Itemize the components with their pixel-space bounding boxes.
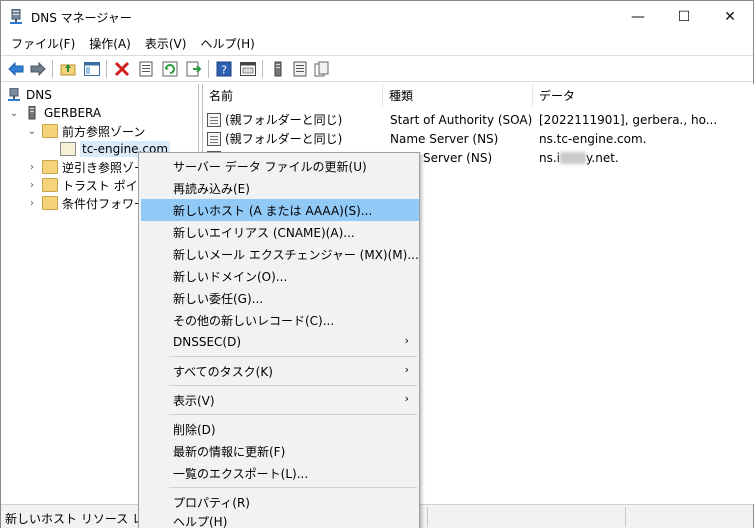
menu-separator xyxy=(169,487,417,488)
minimize-button[interactable]: — xyxy=(615,1,661,32)
server-icon[interactable] xyxy=(269,60,287,78)
server-icon xyxy=(28,106,36,120)
svg-text:?: ? xyxy=(221,64,227,77)
up-folder-icon[interactable] xyxy=(59,60,77,78)
record-data: ns.i y.net. xyxy=(539,148,619,167)
table-row[interactable]: (親フォルダーと同じ) xyxy=(207,110,342,129)
status-divider xyxy=(625,507,626,527)
menu-item-reload[interactable]: 再読み込み(E) xyxy=(141,177,419,199)
record-name: (親フォルダーと同じ) xyxy=(225,113,343,127)
toolbar-separator xyxy=(208,60,209,78)
menu-item-label: すべてのタスク(K) xyxy=(173,364,273,379)
tree-label: GERBERA xyxy=(44,106,102,120)
help-icon[interactable]: ? xyxy=(215,60,233,78)
toolbar: ? xyxy=(1,55,753,82)
view-icon[interactable] xyxy=(239,60,257,78)
chevron-right-icon: › xyxy=(404,392,409,405)
tree-item-dns[interactable]: DNS xyxy=(6,86,52,104)
column-header-name[interactable]: 名前 xyxy=(203,84,383,106)
menu-item-delete[interactable]: 削除(D) xyxy=(141,418,419,440)
record-data-suffix: y.net. xyxy=(586,150,619,165)
tree-item-conditional[interactable]: › 条件付フォワー xyxy=(26,194,146,212)
toolbar-separator xyxy=(262,60,263,78)
menu-item-all-tasks[interactable]: すべてのタスク(K) › xyxy=(141,360,419,382)
record-type: Name Server (NS) xyxy=(390,131,499,146)
record-name: (親フォルダーと同じ) xyxy=(225,132,343,146)
redacted-text xyxy=(560,151,587,164)
refresh-icon[interactable] xyxy=(161,60,179,78)
menu-item-view[interactable]: 表示(V) › xyxy=(141,389,419,411)
column-header-data[interactable]: データ xyxy=(533,84,754,106)
zone-icon xyxy=(60,142,76,156)
record-type: Server (NS) xyxy=(423,150,493,165)
window-title: DNS マネージャー xyxy=(31,11,132,25)
menu-file[interactable]: ファイル(F) xyxy=(5,32,81,54)
close-button[interactable]: ✕ xyxy=(707,1,753,32)
menu-item-label: 表示(V) xyxy=(173,393,215,408)
tree-label: 前方参照ゾーン xyxy=(62,124,146,139)
tree-label: 条件付フォワー xyxy=(62,196,147,211)
menu-item-new-host[interactable]: 新しいホスト (A または AAAA)(S)... xyxy=(141,199,419,221)
tree-label: 逆引き参照ゾー xyxy=(62,160,147,175)
tree-item-gerbera[interactable]: ⌄ GERBERA xyxy=(8,104,101,122)
menu-item-other-records[interactable]: その他の新しいレコード(C)... xyxy=(141,309,419,331)
menu-item-update-server-file[interactable]: サーバー データ ファイルの更新(U) xyxy=(141,155,419,177)
copy-icon[interactable] xyxy=(313,60,331,78)
show-tree-icon[interactable] xyxy=(83,60,101,78)
folder-icon xyxy=(42,196,58,210)
properties-icon[interactable] xyxy=(137,60,155,78)
menu-item-new-mx[interactable]: 新しいメール エクスチェンジャー (MX)(M)... xyxy=(141,243,419,265)
delete-icon[interactable] xyxy=(113,60,131,78)
dns-app-icon xyxy=(10,9,22,24)
toolbar-separator xyxy=(52,60,53,78)
maximize-button[interactable]: ☐ xyxy=(661,1,707,32)
folder-icon xyxy=(42,178,58,192)
menu-item-help[interactable]: ヘルプ(H) xyxy=(141,513,419,528)
status-divider xyxy=(427,507,428,527)
menu-item-new-delegation[interactable]: 新しい委任(G)... xyxy=(141,287,419,309)
menu-separator xyxy=(169,385,417,386)
record-data: ns.tc-engine.com. xyxy=(539,131,647,146)
tree-item-reverse-zones[interactable]: › 逆引き参照ゾー xyxy=(26,158,146,176)
menu-item-label: DNSSEC(D) xyxy=(173,335,242,349)
menu-item-export-list[interactable]: 一覧のエクスポート(L)... xyxy=(141,462,419,484)
record-data-prefix: ns.i xyxy=(539,150,561,165)
tree-item-forward-zones[interactable]: ⌄ 前方参照ゾーン xyxy=(26,122,145,140)
menu-action[interactable]: 操作(A) xyxy=(83,32,137,54)
folder-icon xyxy=(42,160,58,174)
table-row[interactable]: (親フォルダーと同じ) xyxy=(207,129,342,148)
menu-item-new-alias[interactable]: 新しいエイリアス (CNAME)(A)... xyxy=(141,221,419,243)
list-icon[interactable] xyxy=(291,60,309,78)
expand-icon[interactable]: › xyxy=(26,198,38,209)
chevron-right-icon: › xyxy=(404,334,409,347)
collapse-icon[interactable]: ⌄ xyxy=(26,126,38,137)
expand-icon[interactable]: › xyxy=(26,162,38,173)
menu-item-properties[interactable]: プロパティ(R) xyxy=(141,491,419,513)
export-icon[interactable] xyxy=(185,60,203,78)
menu-item-dnssec[interactable]: DNSSEC(D) › xyxy=(141,331,419,353)
menu-item-new-domain[interactable]: 新しいドメイン(O)... xyxy=(141,265,419,287)
folder-icon xyxy=(42,124,58,138)
record-icon xyxy=(207,131,221,146)
menu-item-refresh[interactable]: 最新の情報に更新(F) xyxy=(141,440,419,462)
collapse-icon[interactable]: ⌄ xyxy=(8,108,20,119)
menu-separator xyxy=(169,356,417,357)
forward-icon[interactable] xyxy=(29,60,47,78)
menu-help[interactable]: ヘルプ(H) xyxy=(194,32,260,54)
context-menu: サーバー データ ファイルの更新(U) 再読み込み(E) 新しいホスト (A ま… xyxy=(138,152,420,528)
dns-icon xyxy=(8,88,20,101)
menu-bar: ファイル(F) 操作(A) 表示(V) ヘルプ(H) xyxy=(1,32,753,54)
chevron-right-icon: › xyxy=(404,363,409,376)
tree-label: DNS xyxy=(26,88,52,102)
record-type: Start of Authority (SOA) xyxy=(390,112,533,127)
record-data: [2022111901], gerbera., ho... xyxy=(539,112,718,127)
expand-icon[interactable]: › xyxy=(26,180,38,191)
column-header-type[interactable]: 種類 xyxy=(383,84,533,106)
back-icon[interactable] xyxy=(7,60,25,78)
menu-view[interactable]: 表示(V) xyxy=(139,32,193,54)
title-bar: DNS マネージャー — ☐ ✕ xyxy=(1,1,753,32)
menu-separator xyxy=(169,414,417,415)
toolbar-separator xyxy=(106,60,107,78)
record-icon xyxy=(207,112,221,127)
